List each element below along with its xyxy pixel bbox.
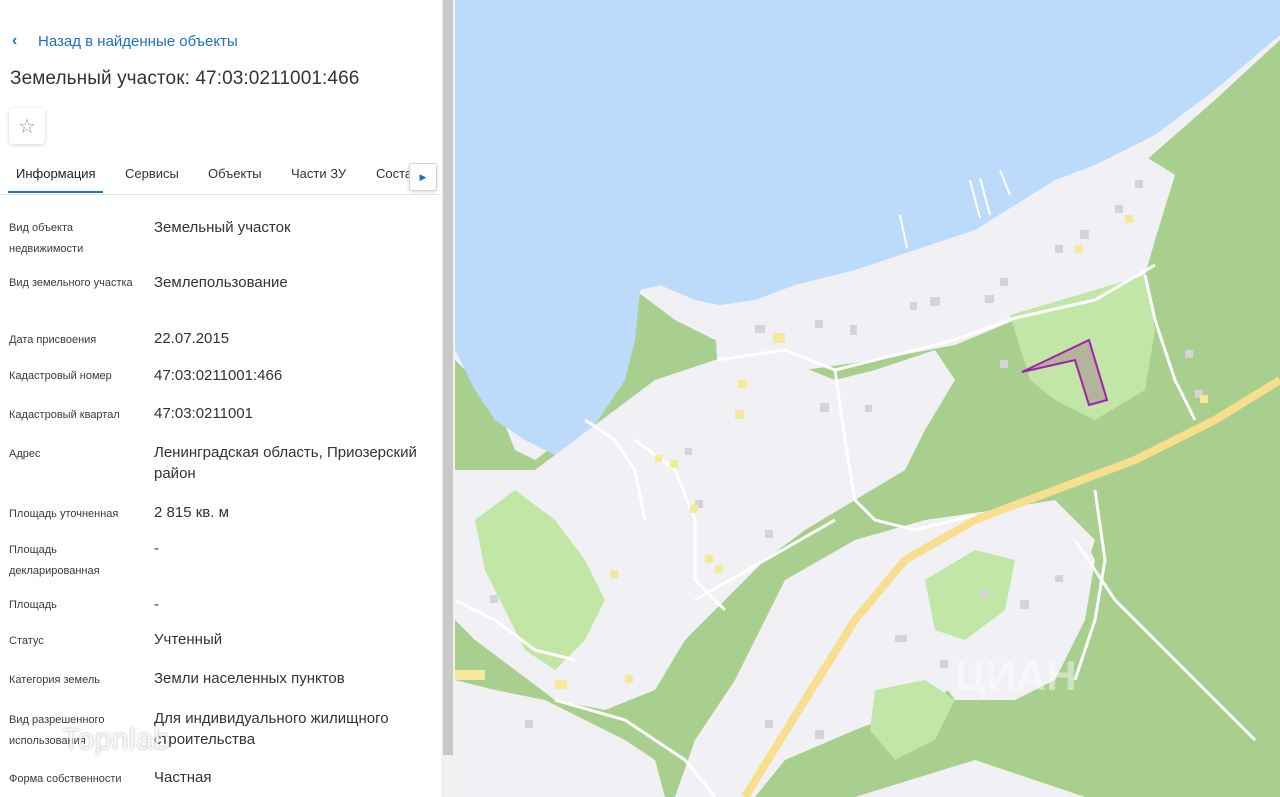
caret-right-icon: ▶	[419, 171, 427, 182]
detail-value-address: Ленинградская область, Приозерский район	[154, 444, 417, 482]
detail-label-object-type: Вид объекта недвижимости	[9, 222, 84, 255]
detail-value-ownership: Частная	[154, 769, 212, 786]
detail-label-address: Адрес	[9, 448, 41, 460]
detail-label-area: Площадь	[9, 599, 57, 611]
detail-value-cadastral-number: 47:03:0211001:466	[154, 367, 283, 384]
tab-composition[interactable]: Соста	[376, 166, 412, 181]
favorite-button[interactable]: ☆	[9, 108, 45, 144]
detail-value-land-type: Землепользование	[154, 274, 288, 291]
detail-label-assign-date: Дата присвоения	[9, 334, 97, 346]
detail-value-area: -	[154, 596, 159, 613]
info-panel: ‹ Назад в найденные объекты Земельный уч…	[0, 0, 441, 797]
tab-info[interactable]: Информация	[16, 166, 96, 181]
detail-label-cadastral-quarter: Кадастровый квартал	[9, 409, 120, 421]
detail-label-status: Статус	[9, 635, 44, 647]
tab-objects[interactable]: Объекты	[208, 166, 262, 181]
back-link-label: Назад в найденные объекты	[38, 32, 238, 50]
detail-label-land-type: Вид земельного участка	[9, 277, 133, 289]
detail-value-permitted-use: Для индивидуального жилищного строительс…	[154, 710, 389, 748]
page-title: Земельный участок: 47:03:0211001:466	[10, 68, 360, 89]
map-watermark: ЦИАН	[955, 652, 1077, 699]
detail-value-area-declared: -	[154, 540, 159, 557]
back-link[interactable]: ‹ Назад в найденные объекты	[12, 30, 238, 52]
detail-label-cadastral-number: Кадастровый номер	[9, 370, 112, 382]
tab-parcel-parts[interactable]: Части ЗУ	[291, 166, 346, 181]
chevron-left-icon: ‹	[12, 32, 18, 49]
panel-scrollbar-thumb[interactable]	[443, 0, 453, 755]
watermark-text: Topnlab	[62, 723, 171, 756]
detail-value-status: Учтенный	[154, 631, 223, 648]
tabs-scroll-right-button[interactable]: ▶	[409, 163, 437, 191]
active-tab-indicator	[8, 191, 103, 193]
map-canvas[interactable]: ЦИАН	[455, 0, 1280, 797]
detail-label-area-declared: Площадь декларированная	[9, 544, 100, 577]
detail-label-ownership: Форма собственности	[9, 773, 122, 785]
detail-value-assign-date: 22.07.2015	[154, 330, 230, 347]
tab-bar: Информация Сервисы Объекты Части ЗУ Сост…	[0, 158, 441, 195]
detail-label-land-category: Категория земель	[9, 674, 100, 686]
detail-label-area-specified: Площадь уточненная	[9, 508, 119, 520]
map-view[interactable]: ЦИАН	[455, 0, 1280, 797]
detail-value-land-category: Земли населенных пунктов	[154, 670, 345, 687]
detail-value-area-specified: 2 815 кв. м	[154, 504, 229, 521]
star-outline-icon: ☆	[18, 115, 36, 138]
detail-value-cadastral-quarter: 47:03:0211001	[154, 405, 253, 422]
tab-services[interactable]: Сервисы	[125, 166, 179, 181]
detail-value-object-type: Земельный участок	[154, 219, 291, 236]
